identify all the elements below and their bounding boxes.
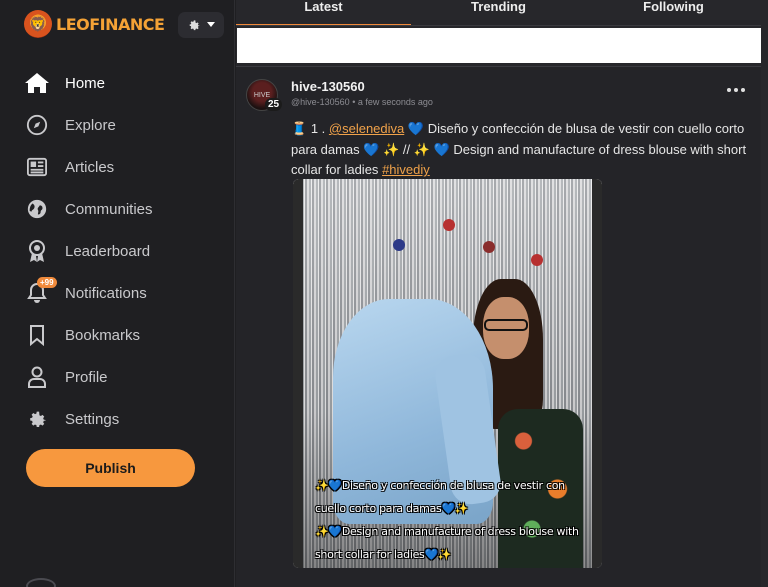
sidebar-item-leaderboard[interactable]: Leaderboard: [24, 230, 224, 272]
home-icon: [24, 70, 50, 96]
sidebar-item-label: Articles: [65, 158, 115, 176]
sparkles-icon: ✨: [454, 502, 469, 515]
blue-heart-icon: 💙: [328, 479, 342, 492]
logo[interactable]: 🦁 LEOFINANCE: [24, 10, 165, 38]
sidebar-item-articles[interactable]: Articles: [24, 146, 224, 188]
gear-icon: [24, 406, 50, 432]
sparkles-icon: ✨: [315, 525, 329, 538]
sidebar-nav: Home Explore Articles Communities Leader…: [24, 62, 224, 440]
tab-latest[interactable]: Latest: [236, 0, 411, 26]
compass-icon: [24, 112, 50, 138]
post-body: 🧵 1 . @selenediva 💙 Diseño y confección …: [291, 119, 756, 181]
award-icon: [24, 238, 50, 264]
ornament: [531, 254, 543, 266]
sparkles-icon: ✨: [315, 479, 329, 492]
ornament: [443, 219, 455, 231]
more-options-icon[interactable]: [727, 85, 747, 95]
sidebar-item-label: Settings: [65, 410, 120, 428]
sidebar-item-label: Home: [65, 74, 106, 92]
post-card[interactable]: HIVE 25 hive-130560 @hive-130560 • a few…: [236, 66, 761, 587]
post-prefix: 1 .: [310, 121, 326, 136]
post-text-english: Design and manufacture of dress blouse w…: [291, 141, 747, 178]
post-text-separator: //: [402, 141, 411, 157]
globe-icon: [24, 196, 50, 222]
sidebar-footer-icon[interactable]: [26, 578, 56, 587]
glasses: [484, 319, 528, 331]
tab-following[interactable]: Following: [586, 0, 761, 26]
bookmark-icon: [24, 322, 50, 348]
publish-button[interactable]: Publish: [26, 449, 195, 487]
gear-icon: [189, 20, 200, 31]
user-icon: [24, 364, 50, 390]
ornament: [393, 239, 405, 251]
image-caption: ✨💙Diseño y confección de blusa de vestir…: [315, 474, 595, 566]
blue-heart-icon: 💙: [433, 141, 450, 157]
post-time: a few seconds ago: [357, 97, 433, 107]
blue-heart-icon: 💙: [441, 502, 455, 515]
post-handle[interactable]: @hive-130560: [291, 97, 350, 107]
blue-heart-icon: 💙: [363, 141, 380, 157]
sidebar-item-communities[interactable]: Communities: [24, 188, 224, 230]
sidebar-item-notifications[interactable]: +99 Notifications: [24, 272, 224, 314]
post-meta: @hive-130560 • a few seconds ago: [291, 97, 433, 107]
sidebar-item-bookmarks[interactable]: Bookmarks: [24, 314, 224, 356]
post-image[interactable]: ✨💙Diseño y confección de blusa de vestir…: [293, 179, 602, 568]
notifications-badge: +99: [37, 277, 57, 288]
post-author[interactable]: hive-130560: [291, 79, 365, 94]
sidebar-item-label: Bookmarks: [65, 326, 141, 344]
mention-link[interactable]: @selenediva: [329, 121, 404, 136]
sidebar-item-label: Notifications: [65, 284, 147, 302]
reputation-badge: 25: [265, 98, 283, 111]
feed: Latest Trending Following HIVE 25 hive-1…: [236, 0, 768, 587]
sidebar-item-label: Profile: [65, 368, 108, 386]
hashtag-link[interactable]: #hivediy: [382, 162, 430, 177]
blue-heart-icon: 💙: [424, 548, 438, 561]
sidebar-item-explore[interactable]: Explore: [24, 104, 224, 146]
blue-heart-icon: 💙: [328, 525, 342, 538]
lion-logo-icon: 🦁: [24, 10, 52, 38]
sidebar-item-label: Leaderboard: [65, 242, 151, 260]
tabs-divider: [236, 25, 761, 26]
sidebar-item-profile[interactable]: Profile: [24, 356, 224, 398]
sidebar-item-label: Communities: [65, 200, 153, 218]
sidebar: 🦁 LEOFINANCE Home Explore Articles Commu…: [0, 0, 235, 587]
thread-spool-icon: 🧵: [291, 121, 308, 136]
theme-settings-dropdown[interactable]: [178, 12, 224, 38]
newspaper-icon: [24, 154, 50, 180]
caret-down-icon: [207, 22, 215, 27]
blue-heart-icon: 💙: [407, 121, 425, 136]
brand-name: LEOFINANCE: [56, 14, 165, 34]
tab-trending[interactable]: Trending: [411, 0, 586, 26]
sparkles-icon: ✨: [413, 141, 430, 157]
sidebar-item-settings[interactable]: Settings: [24, 398, 224, 440]
ornament: [483, 241, 495, 253]
compose-area[interactable]: [237, 28, 761, 63]
sparkles-icon: ✨: [437, 548, 452, 561]
sparkles-icon: ✨: [383, 141, 400, 157]
feed-tabs: Latest Trending Following: [236, 0, 761, 26]
sidebar-item-home[interactable]: Home: [24, 62, 224, 104]
image-caption-line-1: Diseño y confección de blusa de vestir c…: [315, 479, 565, 515]
sidebar-item-label: Explore: [65, 116, 116, 134]
